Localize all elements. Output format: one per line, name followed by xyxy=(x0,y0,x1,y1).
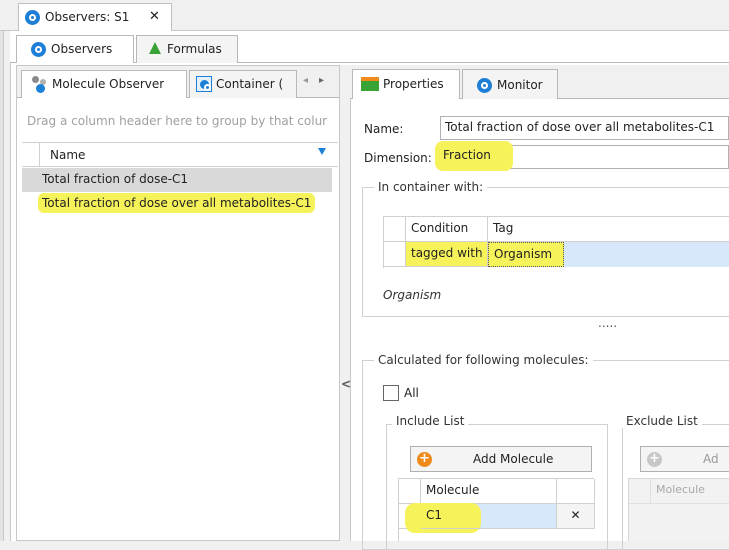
tab-properties-label: Properties xyxy=(383,77,444,91)
all-molecules-checkbox[interactable] xyxy=(383,385,399,401)
observer-grid-header: Name xyxy=(22,142,338,167)
collapse-handle-dots[interactable]: ..... xyxy=(598,316,617,330)
dimension-value: Fraction xyxy=(435,141,513,171)
properties-grid-icon xyxy=(361,77,379,91)
name-label: Name: xyxy=(364,122,404,136)
column-header-condition[interactable]: Condition xyxy=(406,217,488,242)
tab-properties[interactable]: Properties xyxy=(352,69,460,99)
tab-formulas[interactable]: Formulas xyxy=(136,35,238,63)
group-by-hint: Drag a column header here to group by th… xyxy=(27,114,328,128)
container-criteria-title: In container with: xyxy=(374,180,488,194)
condition-cell[interactable]: tagged with xyxy=(406,242,488,267)
column-header-tag[interactable]: Tag xyxy=(488,217,729,242)
exclude-list-title: Exclude List xyxy=(622,414,702,428)
column-header-molecule[interactable]: Molecule xyxy=(421,479,557,504)
tab-scroll-left-icon[interactable]: ◂ xyxy=(303,75,308,86)
observer-list-panel xyxy=(16,65,340,541)
side-dock-strip xyxy=(0,31,4,541)
row-indicator-header xyxy=(22,143,40,166)
detail-tab-bar: Properties Monitor xyxy=(350,65,729,99)
remove-column-header xyxy=(557,479,595,504)
row-indicator-header xyxy=(384,217,406,242)
flask-icon xyxy=(149,40,161,54)
observer-eye-icon xyxy=(31,42,46,57)
exclude-add-molecule-button[interactable]: + Ad xyxy=(640,446,729,472)
all-molecules-label: All xyxy=(404,386,419,400)
tab-observers[interactable]: Observers xyxy=(16,35,134,63)
tab-container-observer[interactable]: Container ( xyxy=(189,70,297,98)
add-molecule-button[interactable]: + Add Molecule xyxy=(410,446,592,472)
row-indicator-header xyxy=(629,479,651,504)
tab-monitor[interactable]: Monitor xyxy=(462,69,558,99)
name-field[interactable]: Total fraction of dose over all metaboli… xyxy=(440,116,729,140)
tab-molecule-observer[interactable]: Molecule Observer xyxy=(21,70,187,98)
table-row[interactable]: Total fraction of dose over all metaboli… xyxy=(22,192,332,216)
observer-name-cell: Total fraction of dose-C1 xyxy=(42,172,189,186)
tab-molecule-observer-label: Molecule Observer xyxy=(52,77,165,91)
observer-type-tab-bar: Molecule Observer Container ( ◂ ▸ xyxy=(17,66,339,98)
tab-container-observer-label: Container ( xyxy=(216,77,284,91)
panel-splitter[interactable]: < xyxy=(340,65,351,541)
monitor-eye-icon xyxy=(477,78,492,93)
row-indicator-header xyxy=(399,479,421,504)
observer-eye-icon xyxy=(25,10,40,25)
molecule-selection-title: Calculated for following molecules: xyxy=(374,353,593,367)
add-molecule-label: Add Molecule xyxy=(473,452,554,466)
exclude-molecule-grid: Molecule xyxy=(628,478,729,541)
close-icon[interactable]: ✕ xyxy=(149,9,160,24)
column-header-name[interactable]: Name xyxy=(50,148,85,162)
table-row[interactable]: Total fraction of dose-C1 xyxy=(22,168,332,192)
document-tab-observers-s1[interactable]: Observers: S1 ✕ xyxy=(18,3,172,31)
tab-formulas-label: Formulas xyxy=(167,42,222,56)
remove-molecule-icon[interactable]: ✕ xyxy=(557,504,595,529)
add-icon: + xyxy=(417,452,432,467)
tag-cell[interactable]: Organism xyxy=(488,242,564,267)
outer-tab-bar: Observers Formulas xyxy=(10,31,729,63)
include-molecule-grid: Molecule C1 ✕ xyxy=(398,478,595,541)
document-tab-title: Observers: S1 xyxy=(45,10,130,24)
molecule-observer-icon xyxy=(32,76,48,93)
container-criteria-grid: Condition Tag tagged with Organism xyxy=(383,216,729,268)
molecule-cell[interactable]: C1 xyxy=(421,504,557,529)
dimension-label: Dimension: xyxy=(364,151,432,165)
add-icon: + xyxy=(647,452,662,467)
exclude-column-header-molecule[interactable]: Molecule xyxy=(651,479,729,504)
tab-scroll-right-icon[interactable]: ▸ xyxy=(319,75,324,86)
exclude-add-molecule-label: Ad xyxy=(703,452,719,466)
observer-name-cell: Total fraction of dose over all metaboli… xyxy=(38,193,316,213)
dimension-field[interactable]: Fraction xyxy=(435,141,729,171)
container-criteria-summary: Organism xyxy=(383,288,442,302)
tab-observers-label: Observers xyxy=(51,42,113,56)
container-observer-icon xyxy=(196,76,212,92)
include-list-title: Include List xyxy=(392,414,469,428)
tab-monitor-label: Monitor xyxy=(497,78,543,92)
filter-icon[interactable] xyxy=(318,148,326,155)
